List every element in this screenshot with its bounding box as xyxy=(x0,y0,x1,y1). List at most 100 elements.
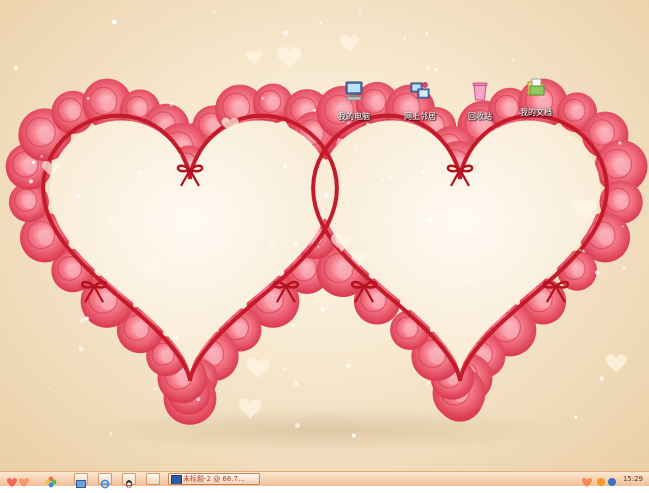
sparkle xyxy=(346,363,351,368)
sparkle xyxy=(319,21,322,25)
sparkle xyxy=(313,108,317,112)
sparkle xyxy=(599,376,604,381)
quicklaunch-show-desktop[interactable] xyxy=(74,473,88,488)
tray-heart-icon xyxy=(582,478,592,487)
sparkle xyxy=(172,420,174,422)
desktop-icon-my-computer[interactable]: 我的电脑 xyxy=(326,80,382,123)
sparkle xyxy=(283,367,287,371)
sparkle xyxy=(622,266,626,270)
sparkle xyxy=(111,19,117,25)
sparkle xyxy=(173,334,178,340)
sparkle xyxy=(49,386,52,389)
taskbar: 未标题-2 @ 66.7... 15:29 xyxy=(0,471,649,489)
my-documents-icon xyxy=(525,76,547,98)
sparkle xyxy=(295,423,300,428)
sparkle xyxy=(464,279,467,283)
sparkle xyxy=(108,432,113,436)
sparkle xyxy=(75,192,81,198)
show-desktop-icon xyxy=(76,480,86,488)
sparkle xyxy=(80,318,85,323)
sparkle xyxy=(78,346,84,352)
desktop-icon-recycle-bin[interactable]: 回收站 xyxy=(452,80,508,123)
sparkle xyxy=(358,9,362,12)
quicklaunch-qq[interactable] xyxy=(122,473,136,488)
tray-heart[interactable] xyxy=(580,473,594,487)
sparkle xyxy=(389,174,394,179)
sparkle xyxy=(137,171,142,176)
photoshop-icon xyxy=(171,475,182,484)
sparkle xyxy=(474,215,477,218)
sparkle xyxy=(511,59,515,62)
qq-icon xyxy=(126,480,132,488)
sparkle xyxy=(293,241,299,246)
sparkle xyxy=(196,397,201,402)
tray-globe-icon xyxy=(608,478,616,486)
sparkle xyxy=(427,217,433,222)
sparkle xyxy=(227,153,230,155)
desktop-icon-label: 我的文档 xyxy=(520,108,552,117)
sparkle xyxy=(351,433,356,438)
recycle-bin-icon xyxy=(469,80,491,102)
small-heart xyxy=(246,358,270,379)
desktop-icon-network[interactable]: 网上邻居 xyxy=(392,80,448,123)
sparkle xyxy=(323,192,329,198)
sparkle xyxy=(153,387,157,391)
sparkle xyxy=(286,221,289,224)
sparkle xyxy=(353,144,357,147)
sparkle xyxy=(13,65,18,71)
sparkle xyxy=(341,184,344,187)
desktop-icon-label: 回收站 xyxy=(468,112,492,121)
sparkle xyxy=(283,164,288,168)
desktop-icon-my-documents[interactable]: 我的文档 xyxy=(508,76,564,119)
sparkle xyxy=(595,270,600,275)
sparkle xyxy=(519,180,522,183)
sparkle xyxy=(320,307,326,312)
sparkle xyxy=(31,160,36,165)
start-heart-icon xyxy=(7,478,29,487)
tray-icon-1[interactable] xyxy=(596,473,606,486)
start-button[interactable] xyxy=(4,473,34,487)
small-heart xyxy=(246,50,263,66)
sparkle xyxy=(28,179,33,184)
sparkle xyxy=(424,31,429,36)
sparkle xyxy=(178,256,181,259)
taskbar-window-label: 未标题-2 @ 66.7... xyxy=(183,475,245,483)
small-heart xyxy=(605,354,627,374)
sparkle xyxy=(309,181,312,184)
sparkle xyxy=(40,155,43,158)
tray-icon-2[interactable] xyxy=(607,473,617,486)
sparkle xyxy=(317,245,320,248)
sparkle xyxy=(425,65,430,70)
sparkle xyxy=(261,96,265,100)
small-heart xyxy=(339,34,360,53)
sparkle xyxy=(574,415,578,419)
sparkle xyxy=(177,153,181,157)
sparkle xyxy=(421,170,426,175)
sparkle xyxy=(283,30,289,36)
sparkle xyxy=(120,132,122,135)
sparkle xyxy=(434,67,438,72)
sparkle xyxy=(294,381,298,386)
taskbar-clock[interactable]: 15:29 xyxy=(623,473,643,485)
quicklaunch-ie[interactable] xyxy=(98,473,112,489)
sparkle xyxy=(118,288,121,291)
taskbar-window-button[interactable]: 未标题-2 @ 66.7... xyxy=(168,473,260,485)
network-icon xyxy=(409,80,431,102)
sparkle xyxy=(379,193,382,196)
sparkle xyxy=(618,141,622,145)
my-computer-icon xyxy=(343,80,365,102)
tray-orange-icon xyxy=(597,478,605,486)
desktop-icon-label: 我的电脑 xyxy=(338,112,370,121)
sparkle xyxy=(381,179,384,183)
sparkle xyxy=(86,96,90,101)
sparkle xyxy=(169,102,174,107)
small-heart xyxy=(277,47,302,70)
wallpaper-hearts xyxy=(5,9,648,452)
quicklaunch-flower[interactable] xyxy=(44,473,58,488)
quicklaunch-blank[interactable] xyxy=(146,473,160,485)
ie-icon xyxy=(100,479,110,489)
sparkle xyxy=(270,240,275,245)
sparkle xyxy=(621,225,624,228)
sparkle xyxy=(213,11,216,14)
sparkle xyxy=(85,316,89,321)
